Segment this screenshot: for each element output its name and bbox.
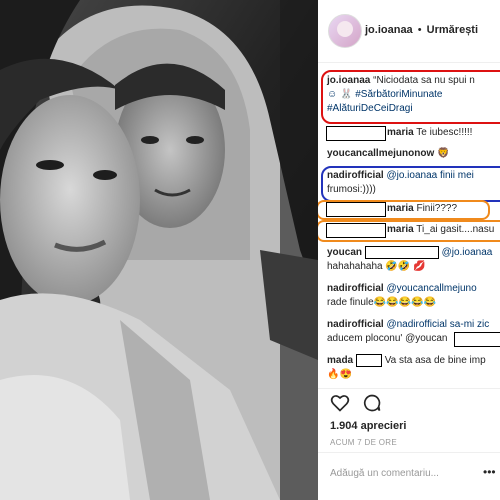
redaction-box [355, 354, 382, 367]
comment-item: youcancallmejunonow 🦁 [327, 147, 500, 161]
comment-icon[interactable] [362, 393, 382, 413]
caption: jo.ioanaa “Niciodata sa nu spui n [327, 74, 500, 88]
comment-item: nadirofficial @nadirofficial sa-mi zic [327, 318, 500, 332]
comment-text: Ti_ai gasit....nasu [416, 224, 495, 235]
comment-text: Finii???? [416, 203, 458, 214]
post-side-panel: jo.ioanaa • Urmărești jo.ioanaa “Nicioda… [318, 0, 500, 500]
redaction-box [326, 126, 386, 141]
heart-icon[interactable] [330, 393, 350, 413]
post-time: ACUM 7 DE ORE [330, 438, 398, 447]
comment-text: @jo.ioanaa [441, 247, 493, 259]
comment-username[interactable]: maria [387, 203, 414, 214]
redaction-box [326, 202, 386, 217]
add-comment-input[interactable]: Adăugă un comentariu... [330, 468, 439, 479]
comment-text: 🦁 [437, 148, 450, 159]
comment-username[interactable]: nadirofficial [327, 319, 384, 330]
header-dot: • [417, 24, 422, 36]
post-photo [0, 0, 318, 500]
comment-username[interactable]: nadirofficial [327, 283, 384, 294]
action-bar [318, 388, 500, 417]
comment-text-cont: 🔥😍 [327, 369, 352, 380]
comment-username[interactable]: maria [387, 224, 414, 235]
comment-username[interactable]: maria [387, 127, 414, 138]
redaction-box [364, 246, 439, 259]
comment-text: @jo.ioanaa finii mei [386, 170, 474, 181]
comment-text: Va sta asa de bine imp [384, 355, 486, 367]
comment-username[interactable]: youcan [327, 247, 362, 258]
comment-username[interactable]: nadirofficial [327, 170, 384, 181]
comment-item: mada Va sta asa de bine imp [327, 354, 500, 368]
caption-text-1: “Niciodata sa nu spui n [373, 75, 475, 86]
comment-username[interactable]: mada [327, 355, 353, 366]
comment-username[interactable]: youcancallmejunonow [327, 148, 434, 159]
comment-item: nadirofficial @youcancallmejuno [327, 282, 500, 296]
comments-list: jo.ioanaa “Niciodata sa nu spui n ☺ 🐰 #S… [318, 62, 500, 388]
caption-username[interactable]: jo.ioanaa [327, 75, 370, 86]
header-username[interactable]: jo.ioanaa [365, 24, 413, 36]
comment-text: @nadirofficial sa-mi zic [386, 319, 490, 330]
caption-line-2: ☺ 🐰 #SărbătoriMinunate [327, 89, 443, 100]
comment-text-cont: rade finule😂😂😂😂😂 [327, 297, 436, 308]
comment-text-cont: hahahahaha 🤣🤣 💋 [327, 261, 426, 272]
comment-item: nadirofficial @jo.ioanaa finii mei [327, 169, 500, 183]
comment-item: maria Finii???? [326, 202, 500, 217]
comment-text: Te iubesc!!!!! [416, 127, 473, 138]
comment-text: @youcancallmejuno [386, 283, 477, 294]
caption-line-3: #AlăturiDeCeiDragi [327, 103, 413, 114]
comment-item: maria Te iubesc!!!!! [326, 126, 500, 141]
follow-button[interactable]: Urmărești [427, 24, 478, 36]
comment-item: youcan @jo.ioanaa [327, 246, 500, 260]
redaction-box [454, 332, 500, 347]
add-comment-bar: Adăugă un comentariu... ••• [318, 452, 500, 500]
post-header: jo.ioanaa • Urmărești [318, 0, 500, 63]
redaction-box [326, 223, 386, 238]
header-user-line: jo.ioanaa • Urmărești [365, 24, 478, 36]
more-options-icon[interactable]: ••• [483, 465, 496, 479]
comment-item: maria Ti_ai gasit....nasu [326, 223, 500, 238]
avatar[interactable] [328, 14, 362, 48]
likes-count[interactable]: 1.904 aprecieri [330, 420, 406, 432]
comment-text-cont: frumosi:)))) [327, 184, 376, 195]
